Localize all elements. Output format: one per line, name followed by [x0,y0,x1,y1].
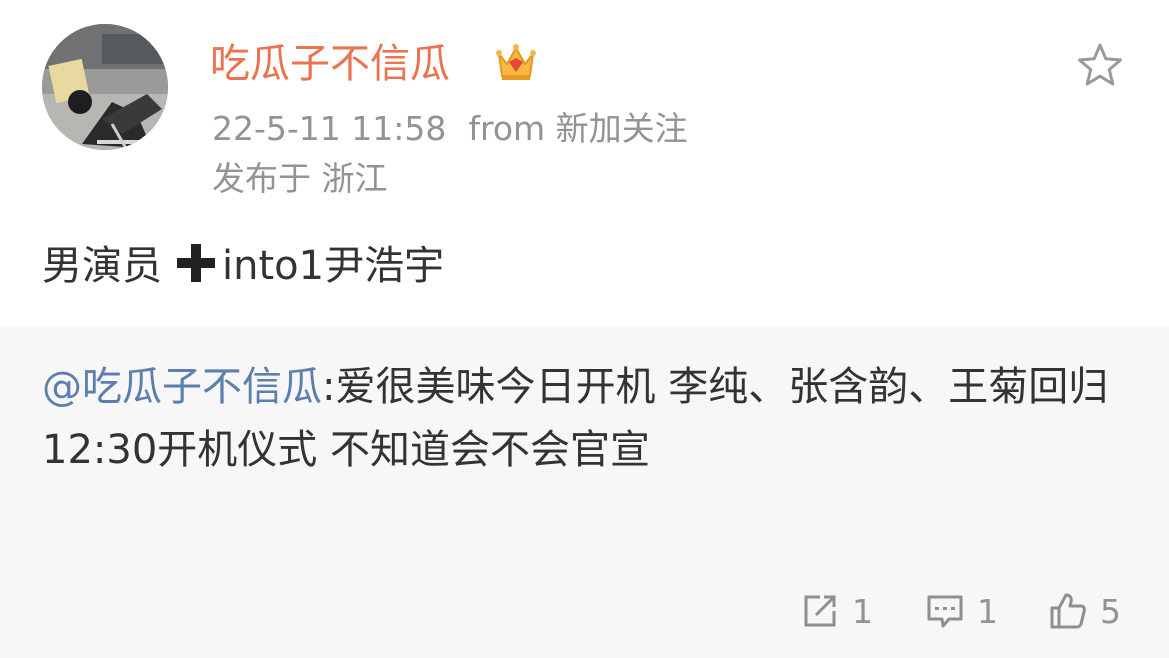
crown-icon [496,44,536,80]
comment-count: 1 [977,591,998,631]
repost-button[interactable]: 1 [800,590,873,632]
post-text-after: into1尹浩宇 [222,243,445,289]
post-source: from 新加关注 [468,109,688,148]
repost-count: 1 [852,591,873,631]
post-text: 男演员 into1尹浩宇 [42,238,444,294]
repost-text: @吃瓜子不信瓜:爱很美味今日开机 李纯、张含韵、王菊回归 12:30开机仪式 不… [42,356,1132,482]
thumbs-up-icon [1050,593,1086,629]
comment-button[interactable]: 1 [925,590,998,632]
heavy-plus-icon [177,244,215,282]
comment-icon [927,595,963,628]
repost-text-line2: 12:30开机仪式 不知道会不会官宣 [42,427,650,473]
post-location: 发布于 浙江 [212,159,388,198]
repost-mention[interactable]: @吃瓜子不信瓜 [42,364,322,410]
repost-icon [804,595,836,627]
repost-block[interactable]: @吃瓜子不信瓜:爱很美味今日开机 李纯、张含韵、王菊回归 12:30开机仪式 不… [0,326,1169,658]
star-icon[interactable] [1074,40,1126,92]
user-avatar[interactable] [42,24,168,150]
like-count: 5 [1100,591,1121,631]
repost-text-line1: :爱很美味今日开机 李纯、张含韵、王菊回归 [322,364,1109,410]
post-meta: 22-5-11 11:58 from 新加关注 [212,108,688,150]
post-text-before: 男演员 [42,243,162,289]
author-name[interactable]: 吃瓜子不信瓜 [210,38,450,90]
avatar-photo [42,24,168,150]
post-time: 22-5-11 11:58 [212,109,447,148]
like-button[interactable]: 5 [1048,590,1121,632]
